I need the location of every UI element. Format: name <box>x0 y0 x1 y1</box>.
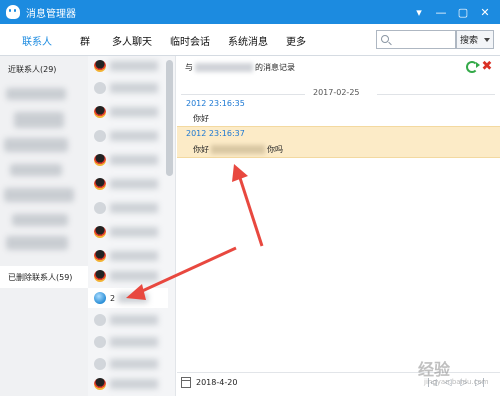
category-label: 近联系人(29) <box>8 64 57 74</box>
blurred-category <box>14 112 64 128</box>
contact-item[interactable] <box>88 56 168 76</box>
header-suffix: 的消息记录 <box>255 62 295 72</box>
conversation-panel: 与 的消息记录 ✖ 2017-02-25 2012 23:16:35 你好 20… <box>177 56 500 396</box>
search-icon <box>381 35 389 43</box>
calendar-icon[interactable] <box>181 377 191 388</box>
search-button[interactable]: 搜索 <box>456 30 494 49</box>
search-field[interactable] <box>376 30 456 49</box>
contact-item[interactable] <box>88 374 168 394</box>
contact-list: 2 <box>88 56 176 396</box>
avatar <box>94 202 106 214</box>
contact-item[interactable] <box>88 266 168 286</box>
blurred-category <box>4 188 74 202</box>
chevron-down-icon <box>484 38 490 42</box>
message-time: 2012 23:16:35 <box>186 99 245 108</box>
avatar <box>94 270 106 282</box>
contact-list-scrollbar[interactable] <box>166 60 173 176</box>
contact-name: 2 <box>110 293 116 303</box>
message-text-prefix: 你好 <box>193 145 209 154</box>
qq-logo-icon <box>6 5 20 19</box>
blurred-category <box>10 164 62 176</box>
footer-date: 2018-4-20 <box>196 378 238 387</box>
message-text: 你好 你吗 <box>193 144 283 155</box>
blurred-text <box>211 145 265 154</box>
tab-contacts[interactable]: 联系人 <box>22 33 52 48</box>
blurred-category <box>6 236 68 250</box>
tab-groups[interactable]: 群 <box>80 33 90 48</box>
tab-more[interactable]: 更多 <box>286 33 306 48</box>
blurred-category <box>4 138 68 152</box>
message-text-suffix: 你吗 <box>267 145 283 154</box>
nav-bar: 联系人 群 多人聊天 临时会话 系统消息 更多 搜索 <box>0 24 500 56</box>
watermark-text: 经验 <box>418 360 451 379</box>
avatar <box>94 60 106 72</box>
contact-item[interactable] <box>88 354 168 374</box>
avatar <box>94 358 106 370</box>
window-controls: ▾ — ▢ ✕ <box>408 0 496 24</box>
avatar <box>94 314 106 326</box>
avatar <box>94 336 106 348</box>
conversation-header: 与 的消息记录 ✖ <box>177 56 500 78</box>
message-item: 2012 23:16:35 你好 <box>177 98 500 126</box>
watermark-sub: jingyan.baidu.com <box>424 378 489 386</box>
blurred-category <box>12 214 68 226</box>
avatar <box>94 378 106 390</box>
header-prefix: 与 <box>185 62 193 72</box>
refresh-icon[interactable] <box>466 61 480 73</box>
contact-item[interactable] <box>88 222 168 242</box>
avatar <box>94 292 106 304</box>
contact-item[interactable] <box>88 246 168 266</box>
contact-item[interactable] <box>88 78 168 98</box>
delete-icon[interactable]: ✖ <box>480 58 494 74</box>
watermark: 经验 jingyan.baidu.com <box>388 346 498 392</box>
avatar <box>94 226 106 238</box>
date-separator-text: 2017-02-25 <box>313 88 360 97</box>
message-text: 你好 <box>193 114 209 123</box>
avatar <box>94 154 106 166</box>
close-button[interactable]: ✕ <box>474 2 496 22</box>
avatar <box>94 82 106 94</box>
title-bar: 消息管理器 ▾ — ▢ ✕ <box>0 0 500 24</box>
message-time: 2012 23:16:37 <box>186 129 245 138</box>
blurred-category <box>6 88 66 100</box>
avatar <box>94 250 106 262</box>
category-label: 已删除联系人(59) <box>8 272 73 282</box>
tab-system-messages[interactable]: 系统消息 <box>228 33 268 48</box>
maximize-button[interactable]: ▢ <box>452 2 474 22</box>
avatar <box>94 178 106 190</box>
contact-item[interactable] <box>88 102 168 122</box>
tab-multi-chat[interactable]: 多人聊天 <box>112 33 152 48</box>
contact-item[interactable] <box>88 198 168 218</box>
contact-item[interactable] <box>88 126 168 146</box>
contact-item-selected[interactable]: 2 <box>88 288 168 308</box>
menu-dropdown-button[interactable]: ▾ <box>408 2 430 22</box>
blurred-contact-name <box>195 62 253 72</box>
avatar <box>94 130 106 142</box>
avatar <box>94 106 106 118</box>
category-recent-contacts[interactable]: 近联系人(29) <box>0 58 88 80</box>
category-deleted-contacts[interactable]: 已删除联系人(59) <box>0 266 88 288</box>
contact-item[interactable] <box>88 332 168 352</box>
minimize-button[interactable]: — <box>430 2 452 22</box>
search-button-label: 搜索 <box>460 36 479 46</box>
contact-item[interactable] <box>88 150 168 170</box>
category-list: 近联系人(29) 已删除联系人(59) <box>0 56 88 396</box>
window-title: 消息管理器 <box>26 8 76 20</box>
message-item-highlighted: 2012 23:16:37 你好 你吗 <box>177 126 500 158</box>
tab-temp-session[interactable]: 临时会话 <box>170 33 210 48</box>
contact-item[interactable] <box>88 174 168 194</box>
contact-item[interactable] <box>88 310 168 330</box>
